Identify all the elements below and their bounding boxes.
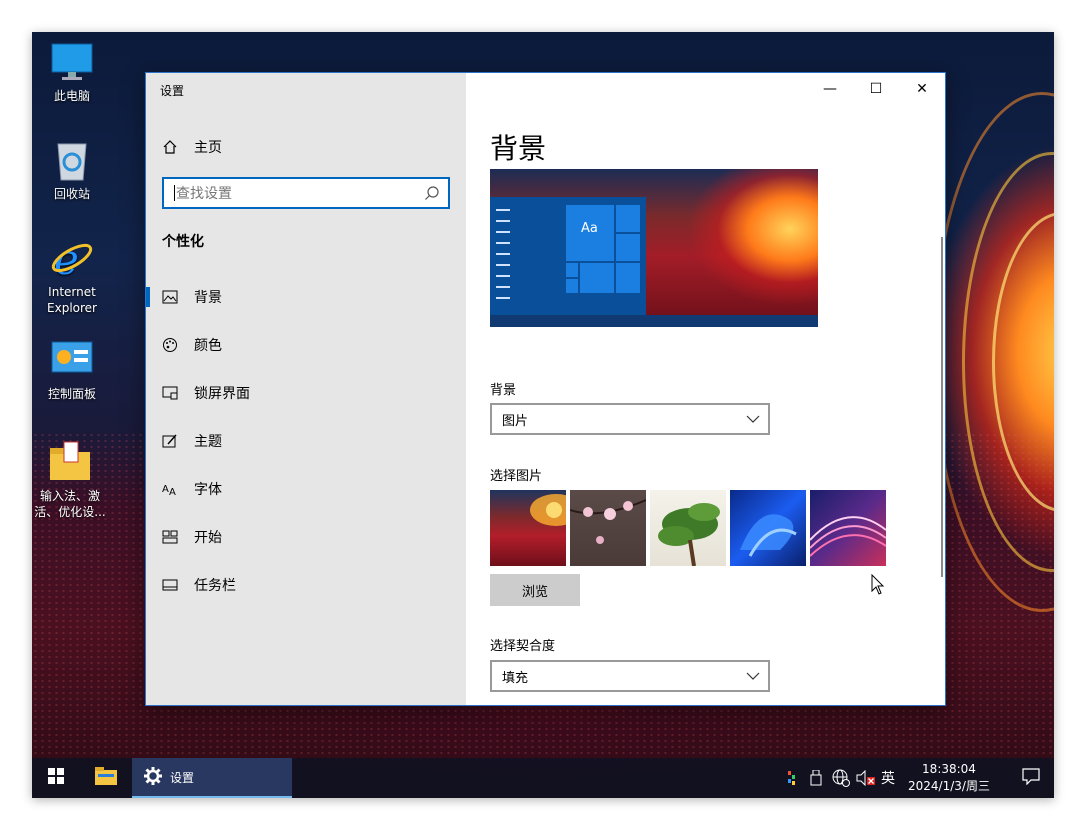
- desktop-icon-label: 此电脑: [53, 89, 90, 103]
- picture-thumbnail[interactable]: [810, 490, 886, 566]
- network-globe-icon[interactable]: [832, 758, 850, 798]
- start-icon: [162, 529, 178, 545]
- svg-text:A: A: [162, 484, 169, 495]
- nav-home[interactable]: 主页: [162, 137, 222, 157]
- tray-app-icon[interactable]: [788, 758, 802, 798]
- taskbar-app-label: 设置: [170, 770, 195, 785]
- internet-explorer-icon: e: [50, 235, 94, 284]
- nav-item-label: 开始: [194, 530, 222, 546]
- fit-value: 填充: [502, 670, 529, 686]
- monitor-icon: [50, 40, 94, 84]
- desktop-icon-label: 输入法、激活、优化设...: [34, 489, 106, 519]
- nav-item-start[interactable]: 开始: [146, 517, 466, 557]
- desktop-icon-label: 控制面板: [47, 387, 96, 401]
- desktop-icon-internet-explorer[interactable]: e Internet Explorer: [32, 235, 112, 316]
- nav-item-fonts[interactable]: AA 字体: [146, 469, 466, 509]
- nav-item-colors[interactable]: 颜色: [146, 325, 466, 365]
- browse-button[interactable]: 浏览: [490, 574, 580, 606]
- nav-item-label: 背景: [194, 290, 222, 306]
- background-type-select[interactable]: 图片: [490, 403, 770, 435]
- desktop-icon-recycle-bin[interactable]: 回收站: [32, 138, 112, 202]
- search-icon[interactable]: [424, 185, 440, 201]
- background-preview: Aa: [490, 169, 818, 327]
- nav-item-label: 锁屏界面: [194, 386, 250, 402]
- fit-label: 选择契合度: [490, 639, 556, 654]
- svg-text:A: A: [169, 487, 176, 496]
- usb-icon[interactable]: [810, 758, 822, 798]
- nav-home-label: 主页: [194, 140, 222, 156]
- page-title: 背景: [490, 132, 547, 165]
- preview-menu-lines: [496, 209, 510, 308]
- section-title: 个性化: [162, 234, 204, 250]
- theme-icon: [162, 433, 178, 449]
- picture-thumbnail[interactable]: [570, 490, 646, 566]
- clock-date: 2024/1/3/周三: [908, 779, 990, 793]
- nav-item-label: 任务栏: [194, 578, 236, 594]
- start-button[interactable]: [32, 758, 80, 798]
- desktop: 此电脑 回收站 e Internet Explorer 控制面板 输入法、激活、…: [32, 32, 1054, 798]
- maximize-button[interactable]: ☐: [853, 73, 899, 105]
- background-type-value: 图片: [502, 413, 529, 429]
- settings-window: 设置 主页 查找设置 个性化 背景 颜色 锁屏界面 主题 A A 字体 开始 任…: [145, 72, 946, 706]
- taskbar: 设置 英 18:38:04 2024/1/3/周三: [32, 758, 1054, 798]
- clock-time: 18:38:04: [922, 762, 976, 776]
- nav-item-lock-screen[interactable]: 锁屏界面: [146, 373, 466, 413]
- chevron-down-icon: [746, 412, 760, 426]
- maximize-icon: ☐: [869, 81, 883, 97]
- picture-icon: [162, 289, 178, 305]
- search-placeholder: 查找设置: [176, 186, 232, 202]
- close-icon: ✕: [916, 81, 928, 97]
- picture-thumbnail[interactable]: [490, 490, 566, 566]
- taskbar-app-settings[interactable]: 设置: [132, 758, 292, 798]
- desktop-icon-label: 回收站: [53, 187, 90, 201]
- input-method-indicator[interactable]: 英: [881, 758, 895, 798]
- background-label: 背景: [490, 383, 517, 398]
- home-icon: [162, 139, 178, 155]
- window-title: 设置: [160, 84, 185, 98]
- notification-center-button[interactable]: [1008, 758, 1054, 798]
- nav-item-themes[interactable]: 主题: [146, 421, 466, 461]
- settings-nav-pane: 设置 主页 查找设置 个性化 背景 颜色 锁屏界面 主题 A A 字体 开始 任…: [146, 73, 466, 705]
- desktop-icon-label: Internet Explorer: [47, 285, 97, 315]
- minimize-button[interactable]: —: [807, 73, 853, 105]
- preview-start-menu: Aa: [490, 197, 646, 315]
- settings-content-pane: — ☐ ✕ 背景 Aa 背景 图片 选择图片 浏览 选择契合度 填充: [466, 73, 945, 705]
- preview-taskbar: [490, 315, 818, 327]
- preview-sample-text: Aa: [581, 221, 598, 236]
- minimize-icon: —: [823, 81, 837, 97]
- file-explorer-button[interactable]: [84, 758, 128, 798]
- close-button[interactable]: ✕: [899, 73, 945, 105]
- fit-select[interactable]: 填充: [490, 660, 770, 692]
- clock[interactable]: 18:38:04 2024/1/3/周三: [904, 761, 994, 795]
- lock-screen-icon: [162, 385, 178, 401]
- text-caret: [174, 185, 175, 201]
- nav-item-label: 字体: [194, 482, 222, 498]
- palette-icon: [162, 337, 178, 353]
- nav-item-label: 主题: [194, 434, 222, 450]
- desktop-icon-tools-folder[interactable]: 输入法、激活、优化设...: [32, 440, 110, 520]
- recycle-bin-icon: [50, 138, 94, 182]
- chevron-down-icon: [746, 669, 760, 683]
- volume-muted-icon[interactable]: [856, 758, 876, 798]
- font-icon: AA: [162, 481, 178, 497]
- desktop-icon-control-panel[interactable]: 控制面板: [32, 338, 112, 402]
- notification-icon: [1022, 767, 1040, 789]
- windows-logo-icon: [48, 768, 64, 788]
- taskbar-icon: [162, 577, 178, 593]
- control-panel-icon: [50, 338, 94, 382]
- mouse-cursor-icon: [871, 573, 885, 600]
- desktop-icon-this-pc[interactable]: 此电脑: [32, 40, 112, 104]
- choose-picture-label: 选择图片: [490, 469, 543, 484]
- folder-icon: [48, 440, 92, 484]
- nav-item-label: 颜色: [194, 338, 222, 354]
- picture-thumbnail[interactable]: [650, 490, 726, 566]
- nav-item-background[interactable]: 背景: [146, 277, 466, 317]
- folder-icon: [95, 767, 117, 789]
- nav-item-taskbar[interactable]: 任务栏: [146, 565, 466, 605]
- content-scrollbar[interactable]: [941, 237, 943, 577]
- picture-thumbnail[interactable]: [730, 490, 806, 566]
- search-input[interactable]: 查找设置: [162, 177, 450, 209]
- preview-tiles: [566, 205, 640, 295]
- gear-icon: [144, 766, 162, 788]
